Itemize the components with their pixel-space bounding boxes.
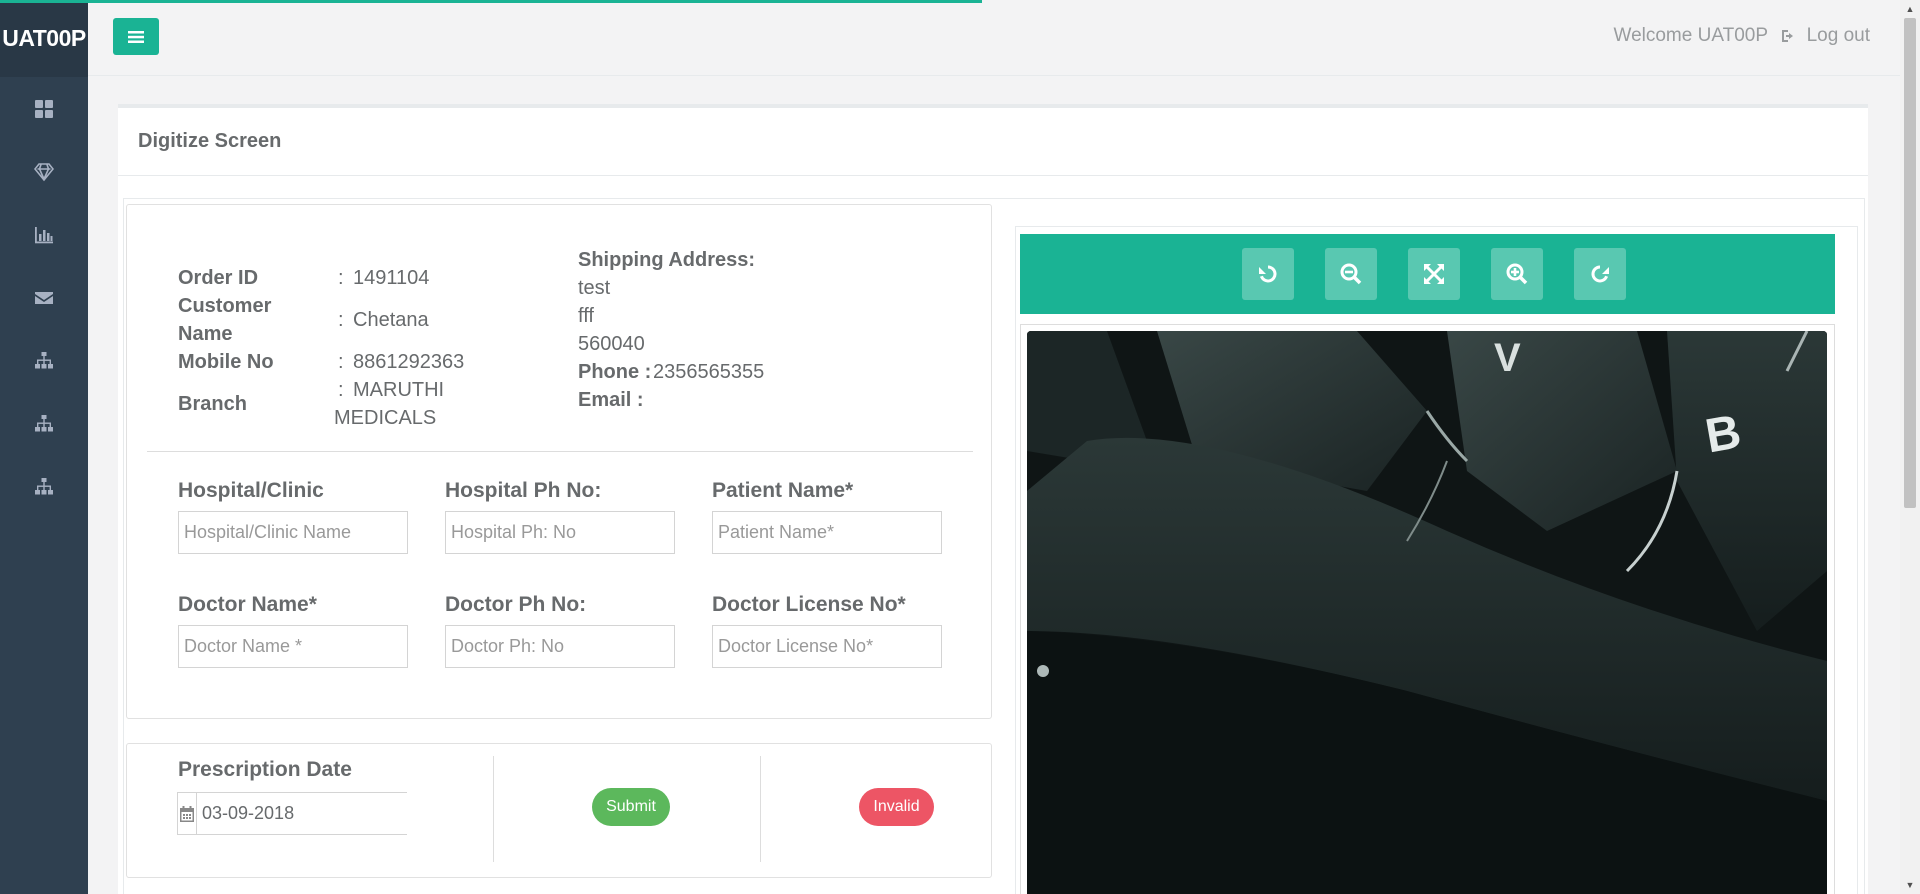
page-scrollbar[interactable]: ▲ ▼: [1900, 0, 1920, 894]
calendar-icon: [180, 805, 194, 822]
prescription-date-label: Prescription Date: [178, 758, 352, 781]
sitemap-icon: [35, 414, 53, 431]
hamburger-icon: [128, 30, 144, 43]
sidebar-item-dashboard[interactable]: [0, 77, 88, 140]
patient-name-input[interactable]: [712, 511, 942, 554]
sidebar-item-hierarchy-3[interactable]: [0, 455, 88, 518]
sidebar-item-hierarchy-2[interactable]: [0, 392, 88, 455]
rotate-right-button[interactable]: [1574, 248, 1626, 300]
logout-label: Log out: [1806, 25, 1870, 46]
column-divider: [760, 756, 761, 862]
scroll-down-arrow[interactable]: ▼: [1900, 876, 1920, 894]
zoom-out-icon: [1340, 263, 1362, 285]
keyboard-photo: V B: [1027, 331, 1827, 894]
order-id-value: 1491104: [353, 267, 430, 289]
prescription-panel: Prescription Date Submit Invalid: [126, 743, 992, 878]
sitemap-icon: [35, 477, 53, 494]
section-divider: [147, 451, 973, 452]
invalid-button[interactable]: Invalid: [859, 788, 934, 826]
doctor-name-input[interactable]: [178, 625, 408, 668]
fullscreen-button[interactable]: [1408, 248, 1460, 300]
sidebar-item-messages[interactable]: [0, 266, 88, 329]
doctor-license-label: Doctor License No*: [712, 593, 906, 616]
logout-link[interactable]: Log out: [1781, 25, 1870, 47]
branch-value-line2: MEDICALS: [334, 407, 437, 429]
address-line: 560040: [578, 333, 645, 355]
branch-label: Branch: [178, 393, 247, 415]
hospital-label: Hospital/Clinic: [178, 479, 324, 502]
hospital-phone-label: Hospital Ph No:: [445, 479, 602, 502]
customer-colon: :: [338, 309, 344, 331]
hospital-phone-input[interactable]: [445, 511, 675, 554]
key-letter-v: V: [1494, 336, 1521, 380]
doctor-license-input[interactable]: [712, 625, 942, 668]
mobile-colon: :: [338, 351, 344, 373]
doctor-name-label: Doctor Name*: [178, 593, 317, 616]
prescription-image-frame: V B: [1020, 324, 1835, 894]
email-label: Email :: [578, 389, 644, 411]
doctor-phone-label: Doctor Ph No:: [445, 593, 587, 616]
sidebar-item-reports[interactable]: [0, 203, 88, 266]
scroll-up-arrow[interactable]: ▲: [1900, 0, 1920, 18]
patient-name-label: Patient Name*: [712, 479, 854, 502]
mobile-label: Mobile No: [178, 351, 274, 373]
shipping-address-label: Shipping Address:: [578, 249, 756, 271]
date-addon[interactable]: [178, 793, 197, 834]
doctor-phone-input[interactable]: [445, 625, 675, 668]
sign-out-icon: [1781, 30, 1793, 42]
zoom-in-button[interactable]: [1491, 248, 1543, 300]
rotate-left-button[interactable]: [1242, 248, 1294, 300]
order-details-panel: Order ID : 1491104 Customer Name : Cheta…: [126, 204, 992, 719]
envelope-icon: [35, 291, 53, 304]
column-divider: [493, 756, 494, 862]
address-line: test: [578, 277, 611, 299]
order-id-label: Order ID: [178, 267, 259, 289]
hospital-name-input[interactable]: [178, 511, 408, 554]
mobile-value: 8861292363: [353, 351, 465, 373]
sitemap-icon: [35, 351, 53, 368]
prescription-date-input[interactable]: [197, 793, 434, 834]
viewer-toolbar: [1020, 234, 1835, 314]
branch-value-line1: MARUTHI: [353, 379, 445, 401]
zoom-out-button[interactable]: [1325, 248, 1377, 300]
rotate-right-icon: [1591, 265, 1609, 283]
prescription-image[interactable]: V B: [1027, 331, 1827, 894]
bar-chart-icon: [35, 226, 53, 243]
customer-name-value: Chetana: [353, 309, 429, 331]
menu-toggle-button[interactable]: [113, 18, 159, 55]
top-navbar: Welcome UAT00P Log out: [88, 0, 1900, 76]
order-id-colon: :: [338, 267, 344, 289]
branch-colon: :: [338, 379, 344, 401]
phone-value: 2356565355: [653, 361, 765, 383]
loading-progress-bar: [0, 0, 982, 3]
address-line: fff: [578, 305, 594, 327]
rotate-left-icon: [1259, 265, 1277, 283]
dashboard-icon: [35, 99, 53, 118]
zoom-in-icon: [1506, 263, 1528, 285]
digitize-panel: Digitize Screen Order ID : 1491104 Custo…: [118, 104, 1868, 894]
fullscreen-icon: [1423, 263, 1445, 285]
page-title: Digitize Screen: [118, 108, 1868, 176]
submit-button[interactable]: Submit: [592, 788, 670, 826]
brand-logo[interactable]: UAT00P: [0, 0, 88, 77]
welcome-message: Welcome UAT00P: [1613, 25, 1768, 46]
sidebar: UAT00P: [0, 0, 88, 894]
prescription-date-field[interactable]: [177, 792, 434, 835]
sidebar-item-diamond[interactable]: [0, 140, 88, 203]
scroll-thumb[interactable]: [1904, 18, 1916, 508]
customer-name-label-line1: Customer: [178, 295, 272, 317]
diamond-icon: [34, 162, 54, 181]
customer-name-label-line2: Name: [178, 323, 233, 345]
sidebar-item-hierarchy-1[interactable]: [0, 329, 88, 392]
phone-label: Phone :: [578, 361, 652, 383]
